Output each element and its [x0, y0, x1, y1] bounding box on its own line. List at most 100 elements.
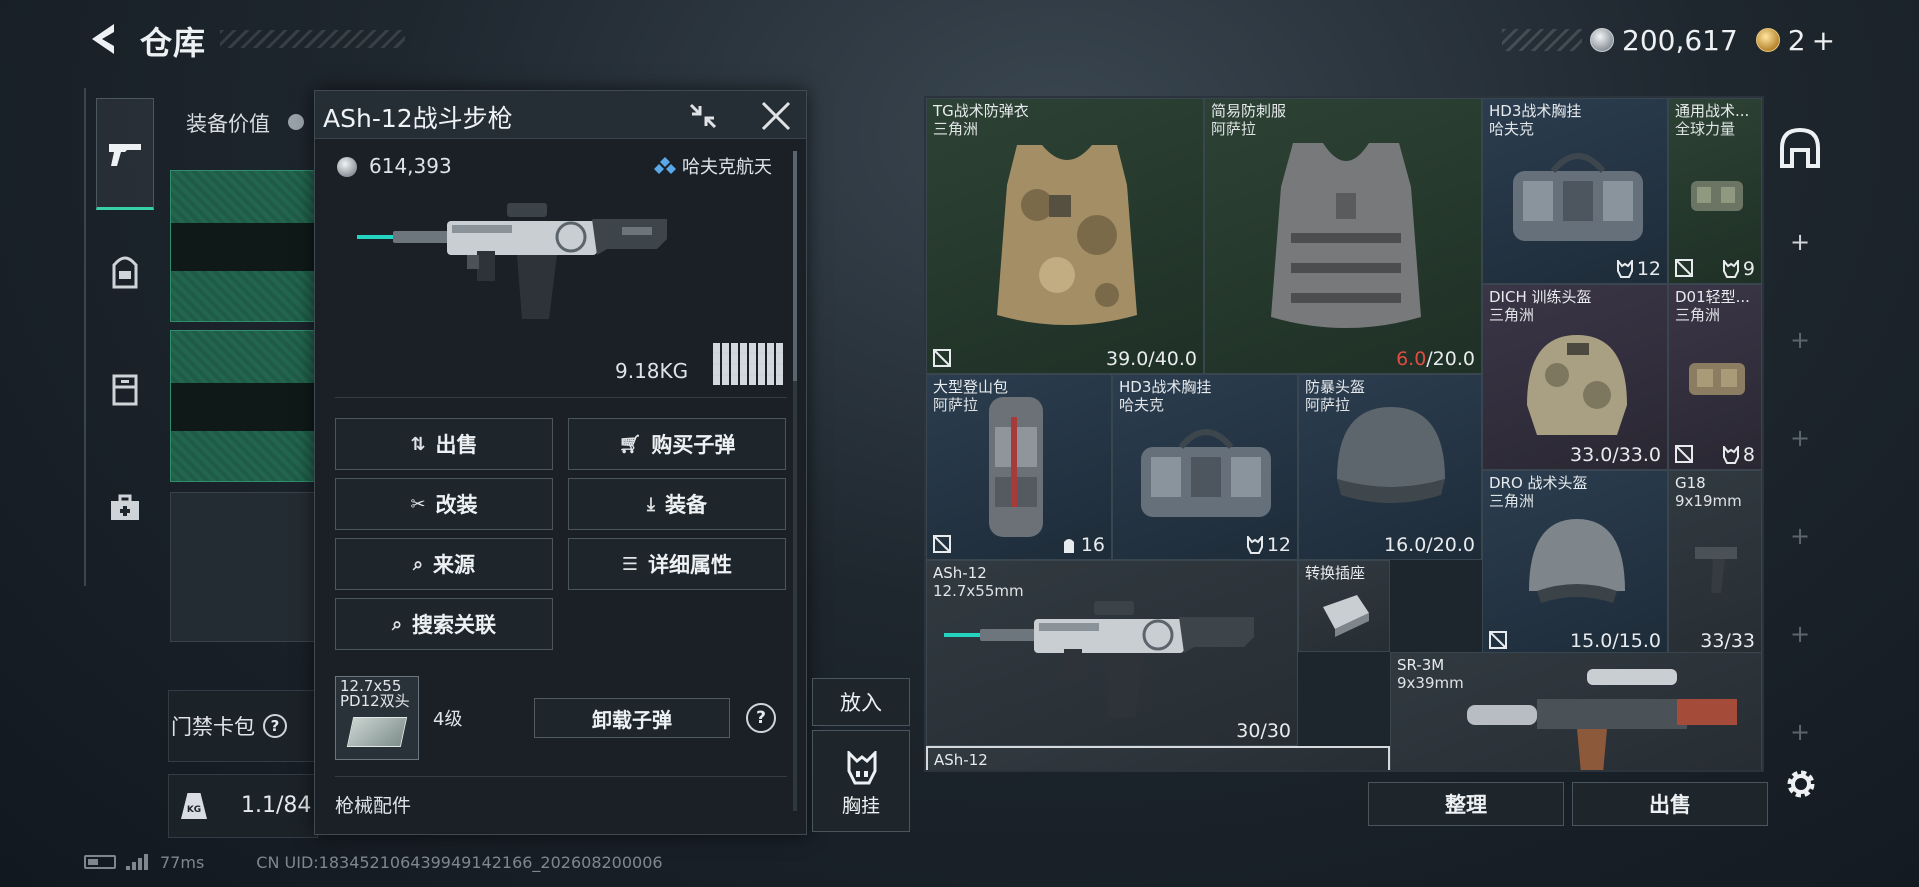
equip-slot-secondary[interactable]: [170, 330, 318, 482]
bag-image: [1689, 363, 1745, 395]
currency-main-value: 200,617: [1622, 23, 1738, 57]
modify-button[interactable]: ✂ 改装: [335, 478, 553, 530]
item-brand: 9x19mm: [1675, 492, 1742, 510]
collapse-icon[interactable]: [687, 101, 719, 131]
ammo-box-icon: [346, 717, 408, 747]
keycard-help-icon[interactable]: ?: [263, 714, 287, 738]
add-storage-icon[interactable]: +: [1788, 328, 1812, 352]
storage-item-ash12-selected[interactable]: ASh-12: [926, 746, 1390, 770]
search-related-button[interactable]: ⌕ 搜索关联: [335, 598, 553, 650]
rig-bag-image: [1141, 429, 1271, 517]
item-capacity: 8: [1722, 444, 1755, 466]
storage-grid: TG战术防弹衣 三角洲 39.0/40.0 简易防刺服 阿萨拉 6.0/20.0…: [924, 96, 1764, 772]
item-weight: 9.18KG: [615, 359, 689, 383]
storage-item-tg-vest[interactable]: TG战术防弹衣 三角洲 39.0/40.0: [926, 98, 1204, 374]
storage-item-dich-helmet[interactable]: DICH 训练头盔 三角洲 33.0/33.0: [1482, 284, 1668, 470]
kg-weight-icon: KG: [181, 793, 207, 819]
backpack-icon: [112, 256, 138, 289]
storage-item-d01-light[interactable]: D01轻型... 三角洲 8: [1668, 284, 1762, 470]
sr3m-rifle-image: [1467, 669, 1737, 770]
item-brand: 阿萨拉: [933, 396, 979, 414]
source-label: 来源: [433, 553, 476, 577]
unload-ammo-button[interactable]: 卸载子弹: [534, 698, 730, 738]
add-storage-icon[interactable]: +: [1788, 720, 1812, 744]
popup-header: ASh-12战斗步枪: [315, 91, 806, 139]
storage-item-ash12[interactable]: ASh-12 12.7x55mm 30/30: [926, 560, 1298, 746]
nav-tab-weapons[interactable]: [96, 98, 154, 210]
currency-decor-stripe: [1502, 29, 1582, 51]
storage-item-hd3-rig[interactable]: HD3战术胸挂 哈夫克 12: [1112, 374, 1298, 560]
add-storage-icon[interactable]: +: [1788, 622, 1812, 646]
storage-item-dro-helmet[interactable]: DRO 战术头盔 三角洲 15.0/15.0: [1482, 470, 1668, 656]
item-brand: 哈夫克: [1489, 120, 1535, 138]
item-ammo-count: 30/30: [1236, 720, 1291, 742]
rig-capacity-icon: [1722, 260, 1739, 278]
popup-scrollbar[interactable]: [793, 151, 797, 811]
battery-icon: [84, 855, 116, 869]
item-name: 防暴头盔: [1305, 378, 1366, 396]
search-icon: ⌕: [412, 553, 424, 575]
source-button[interactable]: ⌕ 来源: [335, 538, 553, 590]
equip-slot-primary[interactable]: [170, 170, 318, 322]
details-button[interactable]: ☰ 详细属性: [568, 538, 786, 590]
maker-logo-icon: [654, 157, 676, 174]
bulk-sell-button[interactable]: 出售: [1572, 782, 1768, 826]
ping-value: 77ms: [160, 852, 205, 872]
pistol-icon: [109, 144, 141, 166]
ash12-rifle-image: [357, 203, 667, 319]
ammo-slot[interactable]: 12.7x55 PD12双头: [335, 676, 419, 760]
storage-item-hiking-pack[interactable]: 大型登山包 阿萨拉 16: [926, 374, 1112, 560]
storage-item-stab-vest[interactable]: 简易防刺服 阿萨拉 6.0/20.0: [1204, 98, 1482, 374]
back-arrow-icon[interactable]: [84, 20, 120, 58]
currency-premium-value: 2: [1787, 23, 1806, 57]
equip-value-coin-icon: [288, 114, 304, 130]
keycard-pack[interactable]: 门禁卡包 ?: [168, 690, 318, 762]
nav-tab-storage[interactable]: [96, 334, 154, 446]
storage-item-riot-helmet[interactable]: 防暴头盔 阿萨拉 16.0/20.0: [1298, 374, 1482, 560]
add-storage-icon[interactable]: +: [1788, 524, 1812, 548]
download-icon: ⤓: [647, 493, 655, 515]
attachments-label: 枪械配件: [335, 795, 412, 817]
organize-button[interactable]: 整理: [1368, 782, 1564, 826]
storage-house-icon[interactable]: [1778, 126, 1822, 170]
durability-current: 6.0: [1396, 348, 1427, 370]
user-uid: CN UID:1834521064399491421​66_2026082000…: [256, 852, 663, 872]
buy-ammo-label: 购买子弹: [651, 433, 736, 457]
backpack-capacity-icon: [1063, 539, 1074, 553]
keycard-label: 门禁卡包: [171, 715, 255, 739]
settings-gear-icon[interactable]: [1782, 765, 1820, 803]
ammo-type: PD12双头: [340, 692, 410, 710]
equip-slot-empty[interactable]: [170, 492, 318, 642]
buy-ammo-button[interactable]: 🛒︎ 购买子弹: [568, 418, 786, 470]
close-icon[interactable]: [759, 99, 793, 133]
no-durability-loss-icon: [1675, 445, 1693, 463]
storage-item-generic-rig[interactable]: 通用战术... 全球力量 9: [1668, 98, 1762, 284]
rig-capacity-icon: [1616, 260, 1633, 278]
medkit-icon: [111, 494, 139, 520]
vest-image: [1271, 143, 1421, 328]
add-storage-icon[interactable]: +: [1788, 426, 1812, 450]
equip-button[interactable]: ⤓ 装备: [568, 478, 786, 530]
item-name: TG战术防弹衣: [933, 102, 1029, 120]
chest-rig-target[interactable]: 胸挂: [812, 730, 910, 832]
item-capacity: 12: [1616, 258, 1661, 280]
equip-value-label: 装备价值: [186, 112, 270, 136]
helmet-image: [1529, 519, 1625, 603]
storage-item-hd3-rig[interactable]: HD3战术胸挂 哈夫克 12: [1482, 98, 1668, 284]
storage-item-sr3m[interactable]: SR-3M 9x39mm: [1390, 652, 1762, 770]
storage-item-g18[interactable]: G18 9x19mm 33/33: [1668, 470, 1762, 656]
price-coin-icon: [337, 157, 357, 177]
add-storage-icon[interactable]: +: [1788, 230, 1812, 254]
sell-button[interactable]: ⇅ 出售: [335, 418, 553, 470]
helmet-image: [1527, 335, 1627, 435]
nav-tab-gear[interactable]: [96, 216, 154, 328]
nav-tab-supplies[interactable]: [96, 452, 154, 564]
divider: [335, 776, 787, 777]
add-currency-button[interactable]: +: [1812, 24, 1835, 57]
storage-item-adapter[interactable]: 转换插座: [1298, 560, 1390, 652]
item-price: 614,393: [369, 154, 452, 178]
capacity-value: 8: [1742, 444, 1755, 466]
pistol-image: [1695, 547, 1737, 593]
put-in-button[interactable]: 放入: [812, 678, 910, 726]
ammo-help-icon[interactable]: ?: [746, 703, 776, 733]
